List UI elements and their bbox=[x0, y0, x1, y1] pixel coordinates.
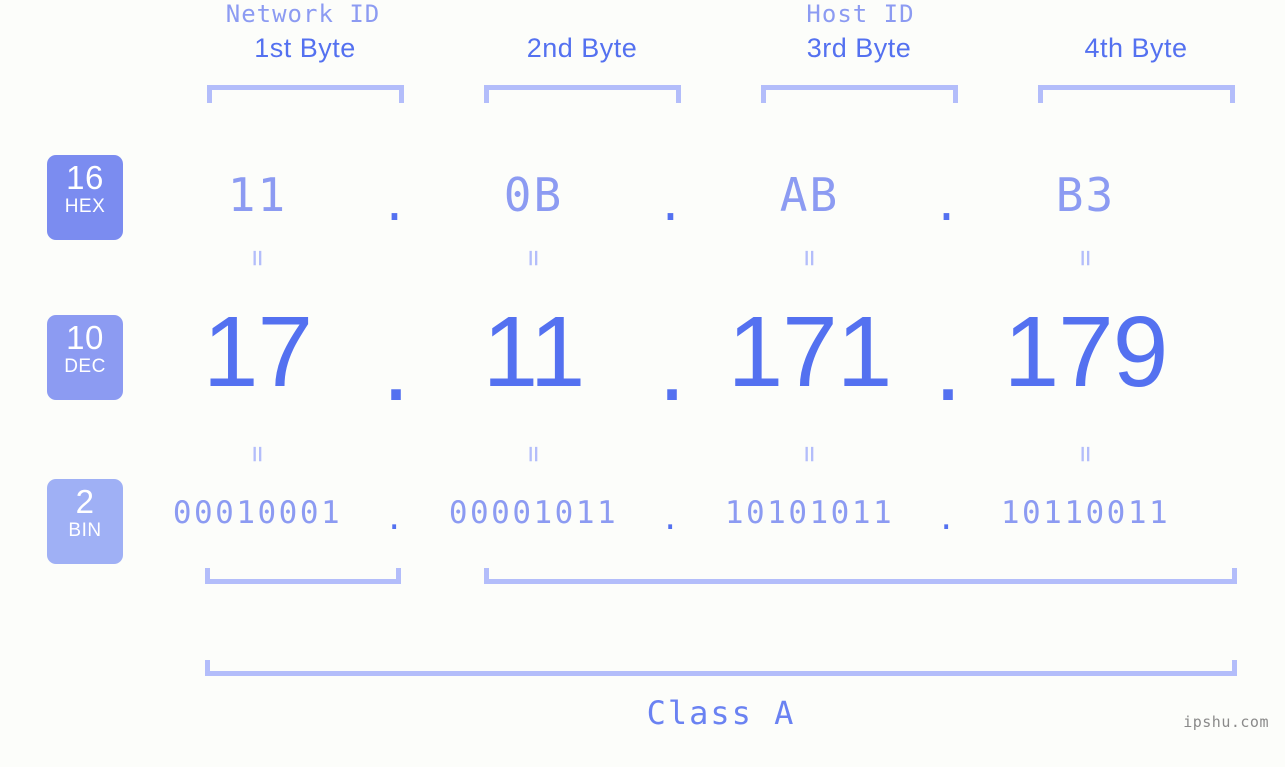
hex-separator-1: . bbox=[380, 177, 411, 231]
equality-mark-4: = bbox=[978, 244, 1193, 272]
dec-separator-1: . bbox=[382, 309, 410, 422]
equality-marks-dec-bin: = = = = bbox=[150, 440, 1255, 468]
equals-icon: = bbox=[793, 445, 827, 463]
base-badge-dec: 10 DEC bbox=[47, 315, 123, 400]
bin-byte-4: 10110011 bbox=[1000, 495, 1171, 531]
hex-separator-2: . bbox=[656, 177, 687, 231]
hex-separator-3: . bbox=[932, 177, 963, 231]
equality-mark-7: = bbox=[702, 440, 917, 468]
bin-value-row: 00010001 . 00001011 . 10101011 . 1011001… bbox=[150, 485, 1255, 541]
ip-address-diagram: 1st Byte 2nd Byte 3rd Byte 4th Byte 16 H… bbox=[0, 0, 1285, 767]
byte-bracket-4 bbox=[1038, 85, 1235, 103]
byte-bracket-2 bbox=[484, 85, 681, 103]
hex-byte-3: AB bbox=[779, 168, 840, 222]
dec-separator-2: . bbox=[658, 309, 686, 422]
class-label: Class A bbox=[646, 694, 796, 732]
dec-byte-2: 11 bbox=[482, 295, 586, 408]
equals-icon: = bbox=[793, 249, 827, 267]
equality-mark-3: = bbox=[702, 244, 917, 272]
class-bracket bbox=[205, 660, 1237, 676]
equality-mark-5: = bbox=[150, 440, 365, 468]
equality-mark-1: = bbox=[150, 244, 365, 272]
dec-byte-3: 171 bbox=[727, 295, 893, 408]
dec-byte-4: 179 bbox=[1003, 295, 1169, 408]
bin-separator-3: . bbox=[936, 501, 959, 537]
equals-icon: = bbox=[241, 445, 275, 463]
bin-byte-3: 10101011 bbox=[724, 495, 895, 531]
byte-header-3: 3rd Byte bbox=[806, 33, 912, 63]
equality-mark-8: = bbox=[978, 440, 1193, 468]
equality-spacer-4 bbox=[365, 440, 426, 468]
dec-value-row: 17 . 11 . 171 . 179 bbox=[150, 295, 1255, 422]
host-id-label: Host ID bbox=[806, 0, 915, 28]
equality-mark-2: = bbox=[426, 244, 641, 272]
bin-separator-1: . bbox=[384, 501, 407, 537]
byte-bracket-1 bbox=[207, 85, 404, 103]
base-badge-bin-name: BIN bbox=[68, 520, 102, 541]
equals-icon: = bbox=[1069, 445, 1103, 463]
byte-header-2: 2nd Byte bbox=[526, 33, 638, 63]
host-id-bracket bbox=[484, 568, 1237, 584]
base-badge-hex-number: 16 bbox=[66, 159, 104, 196]
network-id-label: Network ID bbox=[225, 0, 381, 28]
byte-header-4: 4th Byte bbox=[1084, 33, 1188, 63]
bin-byte-2: 00001011 bbox=[448, 495, 619, 531]
equality-mark-6: = bbox=[426, 440, 641, 468]
equals-icon: = bbox=[241, 249, 275, 267]
equality-spacer-1 bbox=[365, 244, 426, 272]
byte-header-1: 1st Byte bbox=[254, 33, 356, 63]
hex-byte-4: B3 bbox=[1055, 168, 1116, 222]
base-badge-dec-name: DEC bbox=[64, 356, 106, 377]
hex-value-row: 11 . 0B . AB . B3 bbox=[150, 150, 1255, 240]
equality-marks-hex-dec: = = = = bbox=[150, 244, 1255, 272]
bin-separator-2: . bbox=[660, 501, 683, 537]
base-badge-bin: 2 BIN bbox=[47, 479, 123, 564]
base-badge-hex-name: HEX bbox=[64, 196, 106, 217]
base-badge-dec-number: 10 bbox=[66, 319, 104, 356]
equality-spacer-6 bbox=[917, 440, 978, 468]
byte-bracket-3 bbox=[761, 85, 958, 103]
equality-spacer-2 bbox=[641, 244, 702, 272]
equality-spacer-5 bbox=[641, 440, 702, 468]
bin-byte-1: 00010001 bbox=[172, 495, 343, 531]
equals-icon: = bbox=[1069, 249, 1103, 267]
base-badge-bin-number: 2 bbox=[75, 483, 95, 520]
hex-byte-1: 11 bbox=[227, 168, 288, 222]
dec-byte-1: 17 bbox=[202, 295, 313, 408]
equals-icon: = bbox=[517, 445, 551, 463]
dec-separator-3: . bbox=[934, 309, 962, 422]
network-id-bracket bbox=[205, 568, 401, 584]
equals-icon: = bbox=[517, 249, 551, 267]
equality-spacer-3 bbox=[917, 244, 978, 272]
base-badge-hex: 16 HEX bbox=[47, 155, 123, 240]
watermark: ipshu.com bbox=[1183, 713, 1269, 731]
hex-byte-2: 0B bbox=[503, 168, 564, 222]
